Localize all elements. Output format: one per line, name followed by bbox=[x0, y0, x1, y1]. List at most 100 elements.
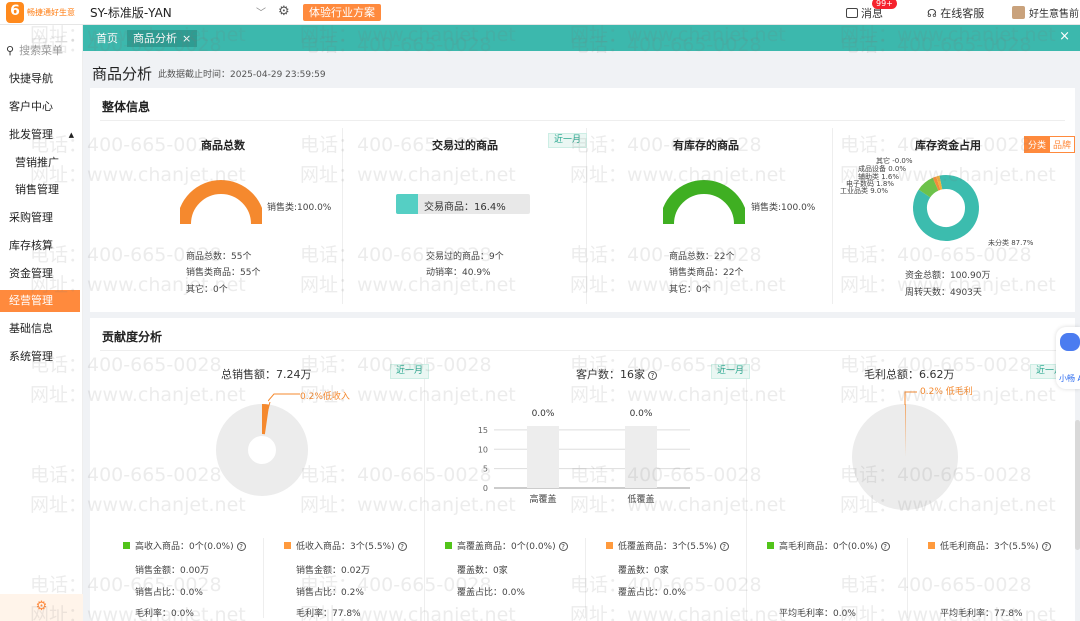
tab-home[interactable]: 首页 bbox=[90, 30, 124, 47]
top-bar: 6 畅捷通好生意 SY-标准版-YAN ﹀ ⚙ 体验行业方案 消息 99+ ☊ … bbox=[0, 0, 1080, 25]
traded-goods-period-tag[interactable]: 近一月 bbox=[548, 133, 588, 148]
low-margin-avg: 平均毛利率：77.8% bbox=[940, 609, 1023, 619]
sidebar-item-wholesale[interactable]: 批发管理 ▲ bbox=[0, 124, 80, 146]
chevron-down-icon: ﹀ bbox=[256, 8, 266, 19]
sidebar-item-sales[interactable]: 销售管理 bbox=[0, 179, 80, 201]
user-menu[interactable]: 好生意售前 bbox=[1012, 5, 1079, 20]
traded-goods-progress: 交易商品：16.4% bbox=[396, 194, 530, 214]
robot-icon bbox=[1060, 333, 1080, 351]
sidebar: ⚲ 搜索菜单 快捷导航 客户中心 批发管理 ▲ 营销推广 销售管理 采购管理 库存… bbox=[0, 25, 83, 621]
sidebar-item-system[interactable]: 系统管理 bbox=[0, 346, 80, 368]
stocked-goods-sales-count: 销售类商品：22个 bbox=[669, 268, 744, 278]
online-service-button[interactable]: ☊ 在线客服 bbox=[927, 5, 984, 21]
legend-label: 高收入商品：0个(0.0%) bbox=[135, 542, 234, 552]
brand-logo[interactable]: 6 畅捷通好生意 bbox=[6, 2, 84, 24]
help-icon[interactable]: ? bbox=[236, 542, 246, 551]
toggle-brand[interactable]: 品牌 bbox=[1050, 136, 1076, 153]
help-icon[interactable]: ? bbox=[648, 371, 657, 380]
sidebar-item-customer-center[interactable]: 客户中心 bbox=[0, 96, 80, 118]
customers-period-tag[interactable]: 近一月 bbox=[711, 364, 751, 379]
sidebar-item-funds[interactable]: 资金管理 bbox=[0, 263, 80, 285]
scrollbar[interactable] bbox=[1075, 420, 1080, 550]
sidebar-item-basic-info[interactable]: 基础信息 bbox=[0, 318, 80, 340]
total-sales-title: 总销售额：7.24万 bbox=[221, 368, 312, 381]
legend-label: 高毛利商品：0个(0.0%) bbox=[779, 542, 878, 552]
x-tick-label: 低覆盖 bbox=[627, 493, 654, 505]
tab-product-analysis[interactable]: 商品分析 × bbox=[127, 30, 198, 47]
help-icon[interactable]: ? bbox=[1041, 542, 1051, 551]
low-coverage-legend[interactable]: 低覆盖商品：3个(5.5%)? bbox=[606, 539, 729, 552]
bar-data-label: 0.0% bbox=[630, 409, 653, 419]
divider bbox=[746, 358, 747, 621]
high-margin-avg: 平均毛利率：0.0% bbox=[779, 609, 856, 619]
high-income-legend[interactable]: 高收入商品：0个(0.0%)? bbox=[123, 539, 246, 552]
stocked-goods-other-count: 其它：0个 bbox=[669, 285, 711, 295]
high-income-sales: 销售金额：0.00万 bbox=[135, 566, 210, 576]
sidebar-item-inventory[interactable]: 库存核算 bbox=[0, 235, 80, 257]
low-income-share: 销售占比：0.2% bbox=[296, 588, 364, 598]
donut-slice bbox=[932, 176, 941, 191]
legend-label: 低毛利商品：3个(5.5%) bbox=[940, 542, 1039, 552]
toggle-category[interactable]: 分类 bbox=[1024, 136, 1051, 153]
settings-gear-icon[interactable]: ⚙ bbox=[0, 594, 83, 621]
traded-goods-progress-fill bbox=[396, 194, 418, 214]
help-icon[interactable]: ? bbox=[719, 542, 729, 551]
total-goods-gauge-label: 销售类:100.0% bbox=[267, 203, 332, 213]
ai-assistant-button[interactable]: 小畅 AI bbox=[1056, 327, 1080, 389]
industry-plan-button[interactable]: 体验行业方案 bbox=[303, 4, 381, 21]
contribution-title: 贡献度分析 bbox=[102, 330, 163, 344]
traded-goods-count: 交易过的商品：9个 bbox=[426, 252, 504, 262]
legend-swatch bbox=[767, 542, 774, 549]
sidebar-item-purchase[interactable]: 采购管理 bbox=[0, 207, 80, 229]
high-margin-legend[interactable]: 高毛利商品：0个(0.0%)? bbox=[767, 539, 890, 552]
help-icon[interactable]: ? bbox=[880, 542, 890, 551]
sales-period-tag[interactable]: 近一月 bbox=[390, 364, 430, 379]
sidebar-item-marketing[interactable]: 营销推广 bbox=[0, 152, 80, 174]
inventory-capital-donut bbox=[913, 175, 979, 241]
y-tick-label: 0 bbox=[483, 484, 488, 493]
message-icon bbox=[846, 8, 858, 18]
bar-0[interactable] bbox=[527, 426, 559, 488]
x-tick-label: 高覆盖 bbox=[529, 493, 556, 505]
sales-pie-label: 0.2%低收入 bbox=[300, 392, 350, 402]
tab-label: 商品分析 bbox=[133, 32, 177, 45]
stocked-goods-title: 有库存的商品 bbox=[673, 139, 739, 152]
capital-total: 资金总额：100.90万 bbox=[905, 271, 991, 281]
donut-slice bbox=[936, 175, 943, 190]
legend-swatch bbox=[284, 542, 291, 549]
low-income-legend[interactable]: 低收入商品：3个(5.5%)? bbox=[284, 539, 407, 552]
low-coverage-share: 覆盖占比：0.0% bbox=[618, 588, 686, 598]
inventory-capital-toggle: 分类 品牌 bbox=[1024, 136, 1076, 153]
close-all-tabs-icon[interactable]: × bbox=[1059, 29, 1070, 44]
gear-icon[interactable]: ⚙ bbox=[278, 4, 290, 19]
gross-profit-pie-label: 0.2% 低毛利 bbox=[920, 387, 973, 397]
menu-search[interactable]: ⚲ 搜索菜单 bbox=[6, 42, 63, 58]
search-icon: ⚲ bbox=[6, 44, 15, 57]
bar-1[interactable] bbox=[625, 426, 657, 488]
help-icon[interactable]: ? bbox=[397, 542, 407, 551]
stocked-goods-gauge-label: 销售类:100.0% bbox=[751, 203, 816, 213]
help-icon[interactable]: ? bbox=[558, 542, 568, 551]
org-name: SY-标准版-YAN bbox=[90, 6, 172, 20]
sidebar-item-quick-nav[interactable]: 快捷导航 bbox=[0, 68, 80, 90]
y-tick-label: 15 bbox=[478, 426, 488, 435]
pie-label-industrial: 工业品类 9.0% bbox=[840, 187, 889, 195]
tab-bar: 首页 商品分析 × × bbox=[83, 25, 1080, 51]
service-label: 在线客服 bbox=[940, 7, 985, 20]
messages-badge: 99+ bbox=[872, 0, 897, 9]
legend-label: 低收入商品：3个(5.5%) bbox=[296, 542, 395, 552]
org-selector[interactable]: SY-标准版-YAN ﹀ bbox=[90, 4, 270, 21]
high-income-share: 销售占比：0.0% bbox=[135, 588, 203, 598]
high-coverage-legend[interactable]: 高覆盖商品：0个(0.0%)? bbox=[445, 539, 568, 552]
customer-count-title: 客户数：16家? bbox=[576, 366, 657, 382]
divider bbox=[100, 350, 1065, 351]
legend-swatch bbox=[123, 542, 130, 549]
gross-profit-title: 毛利总额：6.62万 bbox=[864, 368, 955, 381]
sidebar-item-operations[interactable]: 经营管理 bbox=[0, 290, 80, 312]
low-coverage-count: 覆盖数：0家 bbox=[618, 566, 669, 576]
headset-icon: ☊ bbox=[927, 7, 937, 20]
high-income-margin: 毛利率：0.0% bbox=[135, 609, 194, 619]
coverage-bar-chart: 15 10 5 0 0.0% 高覆盖 0.0% 低覆盖 bbox=[478, 409, 690, 505]
tab-close-icon[interactable]: × bbox=[182, 32, 191, 45]
low-margin-legend[interactable]: 低毛利商品：3个(5.5%)? bbox=[928, 539, 1051, 552]
